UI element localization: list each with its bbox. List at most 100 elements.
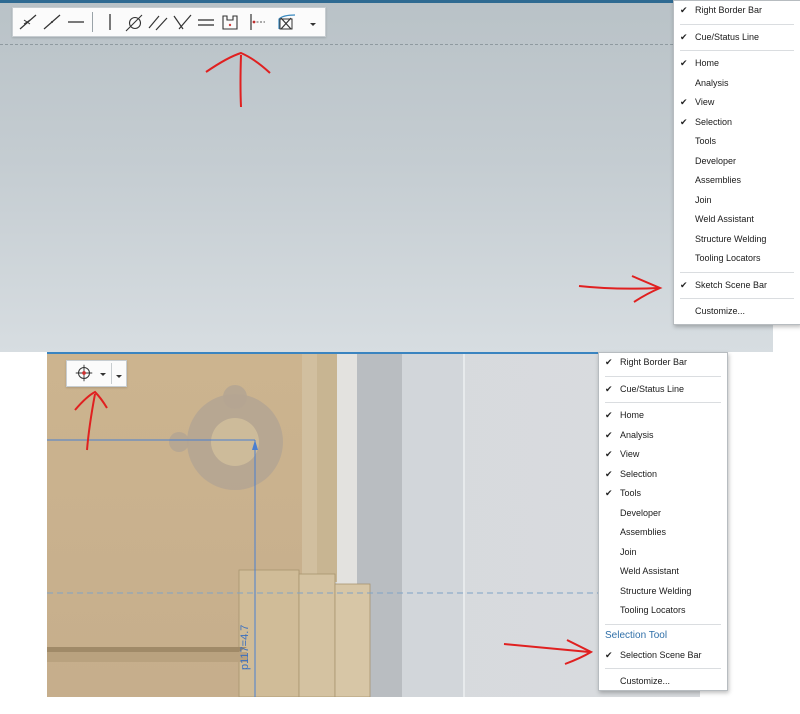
menu-item-customize[interactable]: Customize... (599, 672, 727, 691)
top-sketch-viewport (0, 0, 773, 352)
menu-item-assemblies[interactable]: Assemblies (599, 523, 727, 542)
menu-item-label: Developer (695, 155, 737, 166)
menu-item-selection-scene-bar[interactable]: ✔ Selection Scene Bar (599, 646, 727, 665)
checkmark-icon: ✔ (605, 383, 613, 394)
menu-item-view[interactable]: ✔ View (674, 93, 800, 112)
menu-item-label: Weld Assistant (695, 214, 754, 224)
menu-separator (605, 402, 721, 403)
annotation-arrow-up (74, 390, 108, 451)
menu-item-analysis[interactable]: ✔ Analysis (599, 426, 727, 445)
menu-separator (605, 623, 721, 625)
menu-item-label: Structure Welding (695, 233, 767, 244)
menu-item-label: Right Border Bar (620, 357, 688, 367)
checkmark-icon: ✔ (605, 468, 613, 479)
menu-item-label: Tools (695, 136, 717, 146)
menu-item-weld-assistant[interactable]: Weld Assistant (674, 210, 800, 229)
checkmark-icon: ✔ (605, 488, 613, 498)
toolbar-divider (92, 12, 93, 32)
toolbar-divider (111, 363, 112, 384)
menu-item-label: Selection (620, 468, 658, 479)
bottom-context-menu: ✔ Right Border Bar ✔ Cue/Status Line ✔ Home ✔ A… (598, 352, 728, 691)
midpoint-box-icon[interactable] (219, 10, 241, 34)
menu-item-label: Cue/Status Line (620, 383, 685, 394)
crosshair-target-icon[interactable] (73, 361, 97, 385)
menu-item-label: Selection (695, 116, 733, 127)
menu-item-customize[interactable]: Customize... (674, 302, 800, 321)
menu-item-label: Structure Welding (620, 585, 692, 596)
menu-item-label: Analysis (620, 429, 654, 440)
checkmark-icon: ✔ (605, 410, 613, 420)
menu-item-cue-status-line[interactable]: ✔ Cue/Status Line (599, 380, 727, 399)
checkmark-icon: ✔ (680, 58, 688, 68)
menu-item-tooling-locators[interactable]: Tooling Locators (674, 249, 800, 268)
menu-item-label: Tooling Locators (620, 605, 686, 615)
menu-item-tools[interactable]: Tools (674, 132, 800, 151)
annotation-arrow-up (205, 51, 271, 108)
menu-item-label: Tools (620, 488, 642, 498)
menu-item-label: Right Border Bar (695, 5, 763, 15)
toolbar-dropdown-button[interactable] (114, 361, 124, 385)
menu-item-assemblies[interactable]: Assemblies (674, 171, 800, 190)
checkmark-icon: ✔ (680, 279, 688, 290)
horizontal-line-icon[interactable] (65, 10, 87, 34)
menu-item-tools[interactable]: ✔ Tools (599, 484, 727, 503)
point-on-line-icon[interactable] (17, 10, 39, 34)
menu-item-label: Assemblies (620, 527, 667, 537)
constraint-symmetry-icon[interactable] (271, 10, 301, 34)
perpendicular-lines-icon[interactable] (171, 10, 193, 34)
checkmark-icon: ✔ (680, 97, 688, 107)
parallel-lines-icon[interactable] (147, 10, 169, 34)
menu-item-label: Tooling Locators (695, 253, 761, 263)
menu-item-structure-welding[interactable]: Structure Welding (599, 582, 727, 601)
menu-separator (680, 298, 794, 299)
menu-item-weld-assistant[interactable]: Weld Assistant (599, 562, 727, 581)
menu-item-join[interactable]: Join (674, 191, 800, 210)
annotation-arrow-right (578, 275, 663, 303)
menu-separator (605, 668, 721, 669)
menu-item-tooling-locators[interactable]: Tooling Locators (599, 601, 727, 620)
menu-item-view[interactable]: ✔ View (599, 445, 727, 464)
menu-item-label: Sketch Scene Bar (695, 279, 768, 290)
menu-item-right-border-bar[interactable]: ✔ Right Border Bar (674, 1, 800, 20)
menu-item-sketch-scene-bar[interactable]: ✔ Sketch Scene Bar (674, 276, 800, 295)
sketch-scene-bar (12, 7, 326, 37)
menu-item-right-border-bar[interactable]: ✔ Right Border Bar (599, 353, 727, 372)
menu-item-home[interactable]: ✔ Home (674, 54, 800, 73)
equal-length-icon[interactable] (195, 10, 217, 34)
menu-item-label: Assemblies (695, 175, 742, 185)
line-through-point-icon[interactable] (41, 10, 63, 34)
toolbar-dropdown-button[interactable] (306, 10, 320, 34)
dimension-label[interactable]: p117=4.7 (239, 625, 251, 670)
menu-separator (680, 271, 794, 273)
menu-item-label: Customize... (695, 306, 746, 316)
menu-item-label: Weld Assistant (620, 566, 679, 576)
checkmark-icon: ✔ (680, 5, 688, 15)
top-context-menu: ✔ Right Border Bar ✔ Cue/Status Line ✔ Home An… (673, 0, 800, 325)
menu-item-selection[interactable]: ✔ Selection (674, 113, 800, 132)
menu-item-label: Join (620, 546, 637, 557)
menu-item-label: Analysis (695, 77, 729, 88)
vertical-line-icon[interactable] (99, 10, 121, 34)
menu-item-cue-status-line[interactable]: ✔ Cue/Status Line (674, 28, 800, 47)
menu-separator (680, 50, 794, 51)
tangent-circle-icon[interactable] (123, 10, 145, 34)
menu-item-label: Home (695, 58, 720, 68)
menu-item-label: Selection Scene Bar (620, 649, 702, 660)
point-on-curve-icon[interactable] (245, 10, 267, 34)
menu-item-selection[interactable]: ✔ Selection (599, 465, 727, 484)
menu-separator (605, 375, 721, 377)
menu-item-label: View (695, 97, 715, 107)
menu-item-label: Home (620, 410, 645, 420)
menu-item-label: View (620, 449, 640, 459)
menu-item-home[interactable]: ✔ Home (599, 406, 727, 425)
target-dropdown-icon[interactable] (98, 361, 108, 385)
menu-item-label: Customize... (620, 676, 671, 686)
menu-item-developer[interactable]: Developer (674, 152, 800, 171)
checkmark-icon: ✔ (605, 449, 613, 459)
menu-item-developer[interactable]: Developer (599, 504, 727, 523)
menu-separator (680, 23, 794, 25)
annotation-arrow-right (503, 639, 594, 665)
menu-item-analysis[interactable]: Analysis (674, 74, 800, 93)
menu-item-structure-welding[interactable]: Structure Welding (674, 230, 800, 249)
menu-item-join[interactable]: Join (599, 543, 727, 562)
